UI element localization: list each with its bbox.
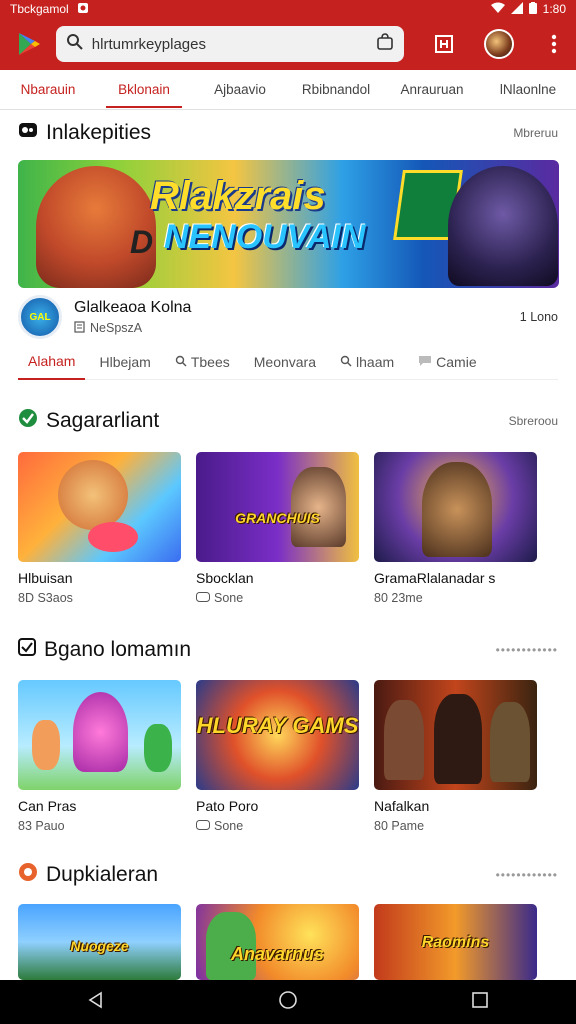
more-dots-icon[interactable]: •••••••••••• <box>496 868 558 882</box>
gamepad-icon <box>18 120 38 146</box>
game-card[interactable]: GRANCHUIS Sbocklan Sone <box>196 452 359 605</box>
game-card[interactable]: Nafalkan 80 Pame <box>374 680 537 833</box>
doc-icon <box>74 320 85 336</box>
game-card[interactable]: GramaRlalanadar s 80 23me <box>374 452 537 605</box>
game-thumbnail <box>374 680 537 790</box>
banner-badge: D <box>130 224 154 260</box>
banner-title-line2: NENOUVAIN <box>164 218 366 256</box>
subtab-3[interactable]: Meonvara <box>244 344 326 380</box>
chat-icon <box>418 344 432 380</box>
play-logo-icon[interactable] <box>8 24 48 64</box>
tab-3[interactable]: Rbibnandol <box>288 70 384 110</box>
subtab-0[interactable]: Alaham <box>18 344 86 380</box>
game-thumbnail <box>18 452 181 562</box>
more-vert-icon[interactable] <box>540 30 568 58</box>
game-thumbnail: Nuogeze <box>18 904 181 980</box>
game-card[interactable]: Hlbuisan 8D S3aos <box>18 452 181 605</box>
notification-icon <box>77 2 89 17</box>
game-sub: 80 23me <box>374 591 423 605</box>
game-thumbnail <box>18 680 181 790</box>
game-thumbnail: Raomins <box>374 904 537 980</box>
subtab-5[interactable]: Camie <box>408 344 486 380</box>
game-sub: Sone <box>196 819 359 833</box>
avatar[interactable] <box>484 29 514 59</box>
section-2-header: Bgano lomamın •••••••••••• <box>18 638 558 662</box>
section-3-header: Dupkialeran •••••••••••• <box>18 862 558 888</box>
section-3-grid: Nuogeze Anavarnus Raomins <box>18 904 559 980</box>
status-bar: Tbckgamol 1:80 <box>0 0 576 18</box>
banner-title-line1: Rlakzrais <box>150 174 326 218</box>
channel-row[interactable]: GAL Glalkeaoa Kolna NeSpszA 1 Lono <box>18 294 558 340</box>
tab-1[interactable]: Bklonain <box>96 70 192 110</box>
section-2-title: Bgano lomamın <box>44 638 192 661</box>
checkbox-icon <box>18 638 36 662</box>
game-thumbnail <box>374 452 537 562</box>
channel-name: Glalkeaoa Kolna <box>74 298 192 316</box>
game-card[interactable]: Can Pras 83 Pauo <box>18 680 181 833</box>
tab-2[interactable]: Ajbaavio <box>192 70 288 110</box>
bag-icon[interactable] <box>376 32 394 56</box>
featured-title: Inlakepities <box>46 121 152 144</box>
library-icon[interactable] <box>430 30 458 58</box>
search-input[interactable] <box>91 35 368 53</box>
game-card[interactable]: HLURAY GAMS Pato Poro Sone <box>196 680 359 833</box>
sub-tabs: Alaham Hlbejam Tbees Meonvara lhaam Cami… <box>18 344 558 380</box>
section-1-grid: Hlbuisan 8D S3aos GRANCHUIS Sbocklan Son… <box>18 452 559 605</box>
gamepad-icon <box>196 819 210 833</box>
status-app-label: Tbckgamol <box>10 2 69 16</box>
game-sub: 8D S3aos <box>18 591 73 605</box>
subtab-1[interactable]: Hlbejam <box>89 344 160 380</box>
game-title: Pato Poro <box>196 798 259 814</box>
tab-0[interactable]: Nbarauin <box>0 70 96 110</box>
subtab-2[interactable]: Tbees <box>165 344 240 380</box>
game-thumbnail: HLURAY GAMS <box>196 680 359 790</box>
game-sub: 83 Pauo <box>18 819 65 833</box>
game-sub: 80 Pame <box>374 819 425 833</box>
featured-banner[interactable]: D Rlakzrais NENOUVAIN <box>18 160 559 288</box>
game-card[interactable]: Anavarnus <box>196 904 359 980</box>
section-1-more-link[interactable]: Sbreroou <box>509 414 558 428</box>
signal-icon <box>510 1 523 17</box>
status-time: 1:80 <box>542 2 566 16</box>
search-icon <box>340 344 352 380</box>
section-1-header: Sagararliant Sbreroou <box>18 408 558 434</box>
section-3-title: Dupkialeran <box>46 863 159 886</box>
tab-4[interactable]: Anrauruan <box>384 70 480 110</box>
featured-more-link[interactable]: Mbreruu <box>513 126 558 140</box>
game-title: Nafalkan <box>374 798 430 814</box>
search-icon <box>66 33 84 56</box>
back-icon[interactable] <box>87 991 105 1014</box>
recents-icon[interactable] <box>471 991 489 1014</box>
search-bar[interactable] <box>55 26 404 62</box>
search-icon <box>175 344 187 380</box>
app-bar <box>0 18 576 70</box>
wifi-icon <box>490 2 505 17</box>
featured-header: Inlakepities Mbreruu <box>18 120 558 146</box>
game-sub: Sone <box>196 591 359 605</box>
subtab-4[interactable]: lhaam <box>330 344 404 380</box>
game-title: GramaRlalanadar s <box>374 570 496 586</box>
target-icon <box>18 862 38 888</box>
game-thumbnail: Anavarnus <box>196 904 359 980</box>
system-nav-bar <box>0 980 576 1024</box>
section-2-grid: Can Pras 83 Pauo HLURAY GAMS Pato Poro S… <box>18 680 559 833</box>
category-tabs: Nbarauin Bklonain Ajbaavio Rbibnandol An… <box>0 70 576 110</box>
game-title: Hlbuisan <box>18 570 73 586</box>
home-icon[interactable] <box>278 990 298 1015</box>
tab-5[interactable]: lNlaonlne <box>480 70 576 110</box>
battery-icon <box>528 1 537 17</box>
channel-sub: NeSpszA <box>74 320 191 336</box>
game-title: Sbocklan <box>196 570 254 586</box>
game-thumbnail: GRANCHUIS <box>196 452 359 562</box>
check-circle-icon <box>18 408 38 434</box>
channel-count: 1 Lono <box>519 310 558 324</box>
banner-character-hero <box>448 166 558 286</box>
more-dots-icon[interactable]: •••••••••••• <box>496 643 558 657</box>
section-1-title: Sagararliant <box>46 409 160 432</box>
game-card[interactable]: Raomins <box>374 904 537 980</box>
game-card[interactable]: Nuogeze <box>18 904 181 980</box>
gamepad-icon <box>196 591 210 605</box>
game-title: Can Pras <box>18 798 77 814</box>
channel-logo: GAL <box>18 295 62 339</box>
